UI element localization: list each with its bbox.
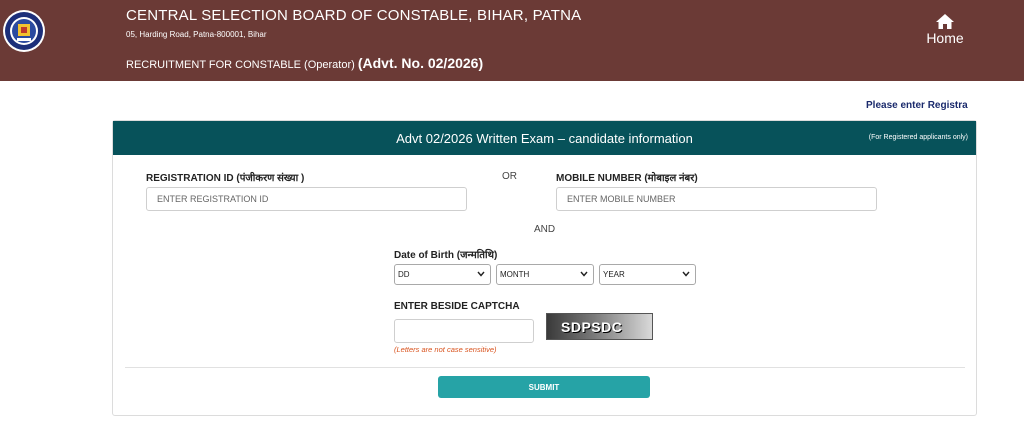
mobile-number-input[interactable] xyxy=(556,187,877,211)
captcha-hint: (Letters are not case sensitive) xyxy=(394,345,497,354)
site-header: CENTRAL SELECTION BOARD OF CONSTABLE, BI… xyxy=(0,0,1024,81)
dob-label: Date of Birth (जन्मतिथि) xyxy=(394,250,498,261)
candidate-info-card: Advt 02/2026 Written Exam – candidate in… xyxy=(112,120,977,416)
captcha-input[interactable] xyxy=(394,319,534,343)
card-header: Advt 02/2026 Written Exam – candidate in… xyxy=(113,121,976,155)
board-title: CENTRAL SELECTION BOARD OF CONSTABLE, BI… xyxy=(126,7,582,24)
captcha-image: SDPSDC xyxy=(546,313,653,340)
home-label: Home xyxy=(926,30,964,46)
captcha-label: ENTER BESIDE CAPTCHA xyxy=(394,301,520,312)
dob-month-select[interactable]: MONTH xyxy=(496,264,594,285)
and-separator: AND xyxy=(534,224,556,235)
home-link[interactable]: Home xyxy=(920,14,970,46)
submit-button[interactable]: SUBMIT xyxy=(438,376,650,398)
chevron-down-icon xyxy=(682,271,690,277)
mobile-number-label: MOBILE NUMBER (मोबाइल नंबर) xyxy=(556,173,698,184)
card-title: Advt 02/2026 Written Exam – candidate in… xyxy=(396,131,693,146)
registration-id-input[interactable] xyxy=(146,187,467,211)
emblem-logo-icon xyxy=(3,10,45,52)
recruitment-text: RECRUITMENT FOR CONSTABLE (Operator) xyxy=(126,59,355,71)
chevron-down-icon xyxy=(580,271,588,277)
board-address: 05, Harding Road, Patna-800001, Bihar xyxy=(126,30,267,39)
dob-year-value: YEAR xyxy=(603,270,625,279)
registered-only-note: (For Registered applicants only) xyxy=(868,134,968,141)
dob-year-select[interactable]: YEAR xyxy=(599,264,696,285)
scrolling-notice: Please enter Registra xyxy=(866,100,968,111)
dob-day-select[interactable]: DD xyxy=(394,264,491,285)
captcha-text: SDPSDC xyxy=(561,318,623,335)
home-icon xyxy=(936,14,954,29)
or-separator: OR xyxy=(502,171,517,182)
recruitment-line: RECRUITMENT FOR CONSTABLE (Operator) (Ad… xyxy=(126,55,483,71)
advertisement-number: (Advt. No. 02/2026) xyxy=(357,55,484,71)
form-divider xyxy=(125,367,965,368)
registration-id-label: REGISTRATION ID (पंजीकरण संख्या ) xyxy=(146,173,305,184)
dob-day-value: DD xyxy=(398,270,410,279)
chevron-down-icon xyxy=(477,271,485,277)
dob-month-value: MONTH xyxy=(500,270,530,279)
